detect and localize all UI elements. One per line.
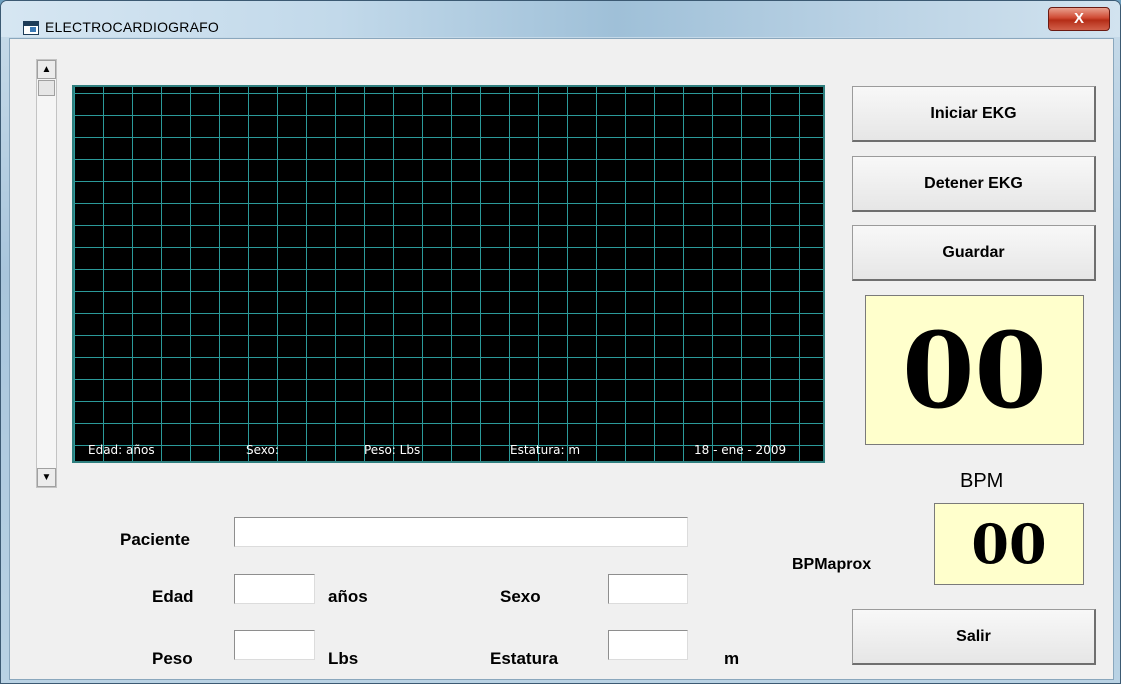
peso-label: Peso [152, 649, 193, 668]
estatura-field[interactable] [608, 630, 688, 660]
edad-field[interactable] [234, 574, 315, 604]
iniciar-ekg-button[interactable]: Iniciar EKG [852, 86, 1096, 142]
edad-unit: años [328, 587, 368, 606]
guardar-button[interactable]: Guardar [852, 225, 1096, 281]
paciente-field[interactable] [234, 517, 688, 547]
scope-peso-label: Peso: Lbs [364, 443, 421, 457]
bpm-display: 00 [865, 295, 1084, 445]
sexo-label: Sexo [500, 587, 541, 606]
bpmaprox-display: 00 [934, 503, 1084, 585]
sexo-field[interactable] [608, 574, 688, 604]
estatura-unit: m [724, 649, 740, 668]
scope-sexo-label: Sexo: [246, 443, 279, 457]
bpm-label: BPM [960, 470, 1004, 492]
app-window: ELECTROCARDIOGRAFO X ▲ ▼ Edad: años Sexo… [0, 0, 1121, 684]
detener-ekg-button[interactable]: Detener EKG [852, 156, 1096, 212]
edad-label: Edad [152, 587, 194, 606]
paciente-label: Paciente [120, 530, 190, 549]
client-area: ▲ ▼ Edad: años Sexo: Peso: Lbs Estatura:… [9, 38, 1114, 680]
scrollbar-thumb[interactable] [38, 80, 55, 96]
close-button[interactable]: X [1048, 7, 1110, 31]
salir-button[interactable]: Salir [852, 609, 1096, 665]
bpmaprox-label: BPMaprox [792, 556, 872, 573]
scope-date: 18 - ene - 2009 [694, 443, 787, 457]
peso-field[interactable] [234, 630, 315, 660]
peso-unit: Lbs [328, 649, 359, 668]
vertical-scrollbar[interactable]: ▲ ▼ [36, 59, 57, 488]
estatura-label: Estatura [490, 649, 559, 668]
app-window-icon[interactable] [23, 21, 39, 35]
arrow-up-icon[interactable]: ▲ [37, 60, 56, 79]
scope-edad-label: Edad: años [88, 443, 155, 457]
scope-estatura-label: Estatura: m [510, 443, 581, 457]
title-bar[interactable]: ELECTROCARDIOGRAFO X [1, 1, 1120, 37]
arrow-down-icon[interactable]: ▼ [37, 468, 56, 487]
ekg-display: Edad: años Sexo: Peso: Lbs Estatura: m 1… [72, 85, 825, 463]
window-title: ELECTROCARDIOGRAFO [45, 19, 219, 35]
